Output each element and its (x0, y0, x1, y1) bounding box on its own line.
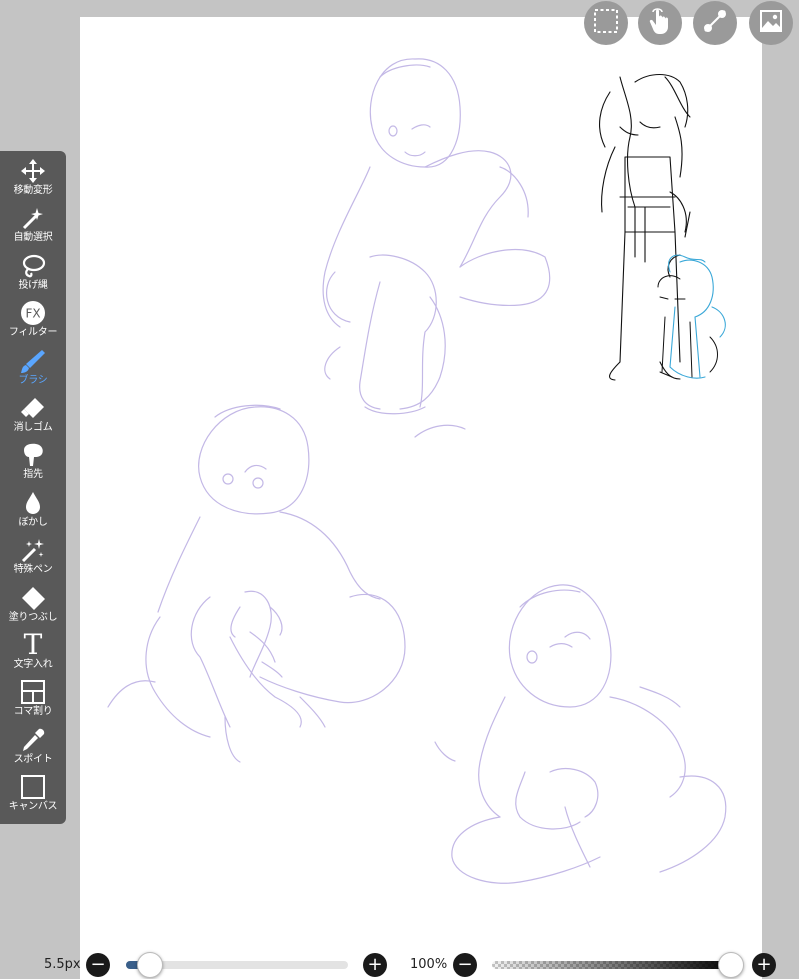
selection-icon (593, 8, 619, 38)
brush-icon (19, 347, 47, 375)
touch-gesture-button[interactable] (638, 1, 682, 45)
tool-label: コマ割り (13, 706, 53, 718)
sketch-artwork (107, 58, 727, 884)
tool-eyedropper[interactable]: スポイト (0, 726, 66, 773)
tool-label: フィルター (8, 327, 58, 339)
brush-size-value: 5.5px (44, 957, 81, 972)
layers-icon (758, 8, 784, 38)
tool-label: ブラシ (18, 374, 48, 386)
special-pen-icon (19, 536, 47, 564)
brush-size-increase-button[interactable]: + (363, 953, 387, 977)
canvas-icon (19, 773, 47, 801)
tool-brush[interactable]: ブラシ (0, 347, 66, 394)
tool-smudge[interactable]: 指先 (0, 441, 66, 488)
tool-special-pen[interactable]: 特殊ペン (0, 536, 66, 583)
selection-button[interactable] (584, 1, 628, 45)
magic-wand-icon (19, 204, 47, 232)
ruler-button[interactable] (693, 1, 737, 45)
tool-text[interactable]: T 文字入れ (0, 627, 66, 678)
tool-move-transform[interactable]: 移動変形 (0, 157, 66, 204)
opacity-decrease-button[interactable]: − (453, 953, 477, 977)
sketch-figure-bottom (434, 584, 727, 884)
tool-label: 投げ縄 (18, 279, 48, 291)
tool-fill[interactable]: 塗りつぶし (0, 584, 66, 631)
tool-label: 特殊ペン (13, 564, 53, 576)
text-glyph: T (23, 627, 43, 661)
tool-label: 文字入れ (13, 658, 53, 670)
tool-eraser[interactable]: 消しゴム (0, 394, 66, 441)
tool-label: スポイト (13, 753, 53, 765)
opacity-slider-thumb[interactable] (718, 952, 744, 978)
cat-outline-illustration (657, 275, 718, 378)
plus-icon: + (367, 954, 383, 975)
tool-panel-layout[interactable]: コマ割り (0, 678, 66, 725)
tool-palette: 移動変形 自動選択 投げ縄 FX フィルター ブラシ 消しゴム 指先 ぼかし 特… (0, 151, 66, 824)
fx-glyph: FX (25, 307, 40, 321)
blur-drop-icon (19, 489, 47, 517)
opacity-increase-button[interactable]: + (752, 953, 776, 977)
tool-filter[interactable]: FX フィルター (0, 299, 66, 346)
tool-canvas[interactable]: キャンバス (0, 773, 66, 820)
tool-label: 自動選択 (13, 232, 53, 244)
drawing-canvas[interactable] (80, 17, 762, 979)
minus-icon: − (457, 954, 473, 975)
layers-button[interactable] (749, 1, 793, 45)
tool-label: キャンバス (8, 801, 58, 813)
brush-size-decrease-button[interactable]: − (86, 953, 110, 977)
brush-size-slider-thumb[interactable] (137, 952, 163, 978)
text-icon: T (19, 627, 47, 661)
tool-blur[interactable]: ぼかし (0, 489, 66, 536)
minus-icon: − (90, 954, 106, 975)
smudge-finger-icon (19, 441, 47, 469)
tool-lasso[interactable]: 投げ縄 (0, 252, 66, 299)
sketch-figure-left (107, 404, 406, 763)
opacity-slider[interactable] (492, 961, 738, 969)
fx-icon: FX (19, 299, 47, 327)
finished-character-illustration (599, 73, 691, 381)
lasso-icon (19, 252, 47, 280)
tool-label: 塗りつぶし (8, 611, 58, 623)
opacity-value: 100% (410, 957, 448, 972)
tool-auto-select[interactable]: 自動選択 (0, 204, 66, 251)
sketch-figure-top (322, 58, 551, 438)
tool-label: 移動変形 (13, 185, 53, 196)
plus-icon: + (756, 954, 772, 975)
tool-label: 消しゴム (13, 421, 53, 433)
eyedropper-icon (19, 726, 47, 754)
tool-label: 指先 (23, 469, 43, 481)
tool-label: ぼかし (18, 516, 48, 528)
bottom-control-bar: 5.5px − + 100% − + (0, 948, 799, 979)
touch-gesture-icon (647, 7, 673, 39)
ruler-icon (701, 7, 729, 39)
panel-layout-icon (19, 678, 47, 706)
move-icon (19, 157, 47, 185)
eraser-icon (19, 394, 47, 422)
fill-bucket-icon (19, 584, 47, 612)
